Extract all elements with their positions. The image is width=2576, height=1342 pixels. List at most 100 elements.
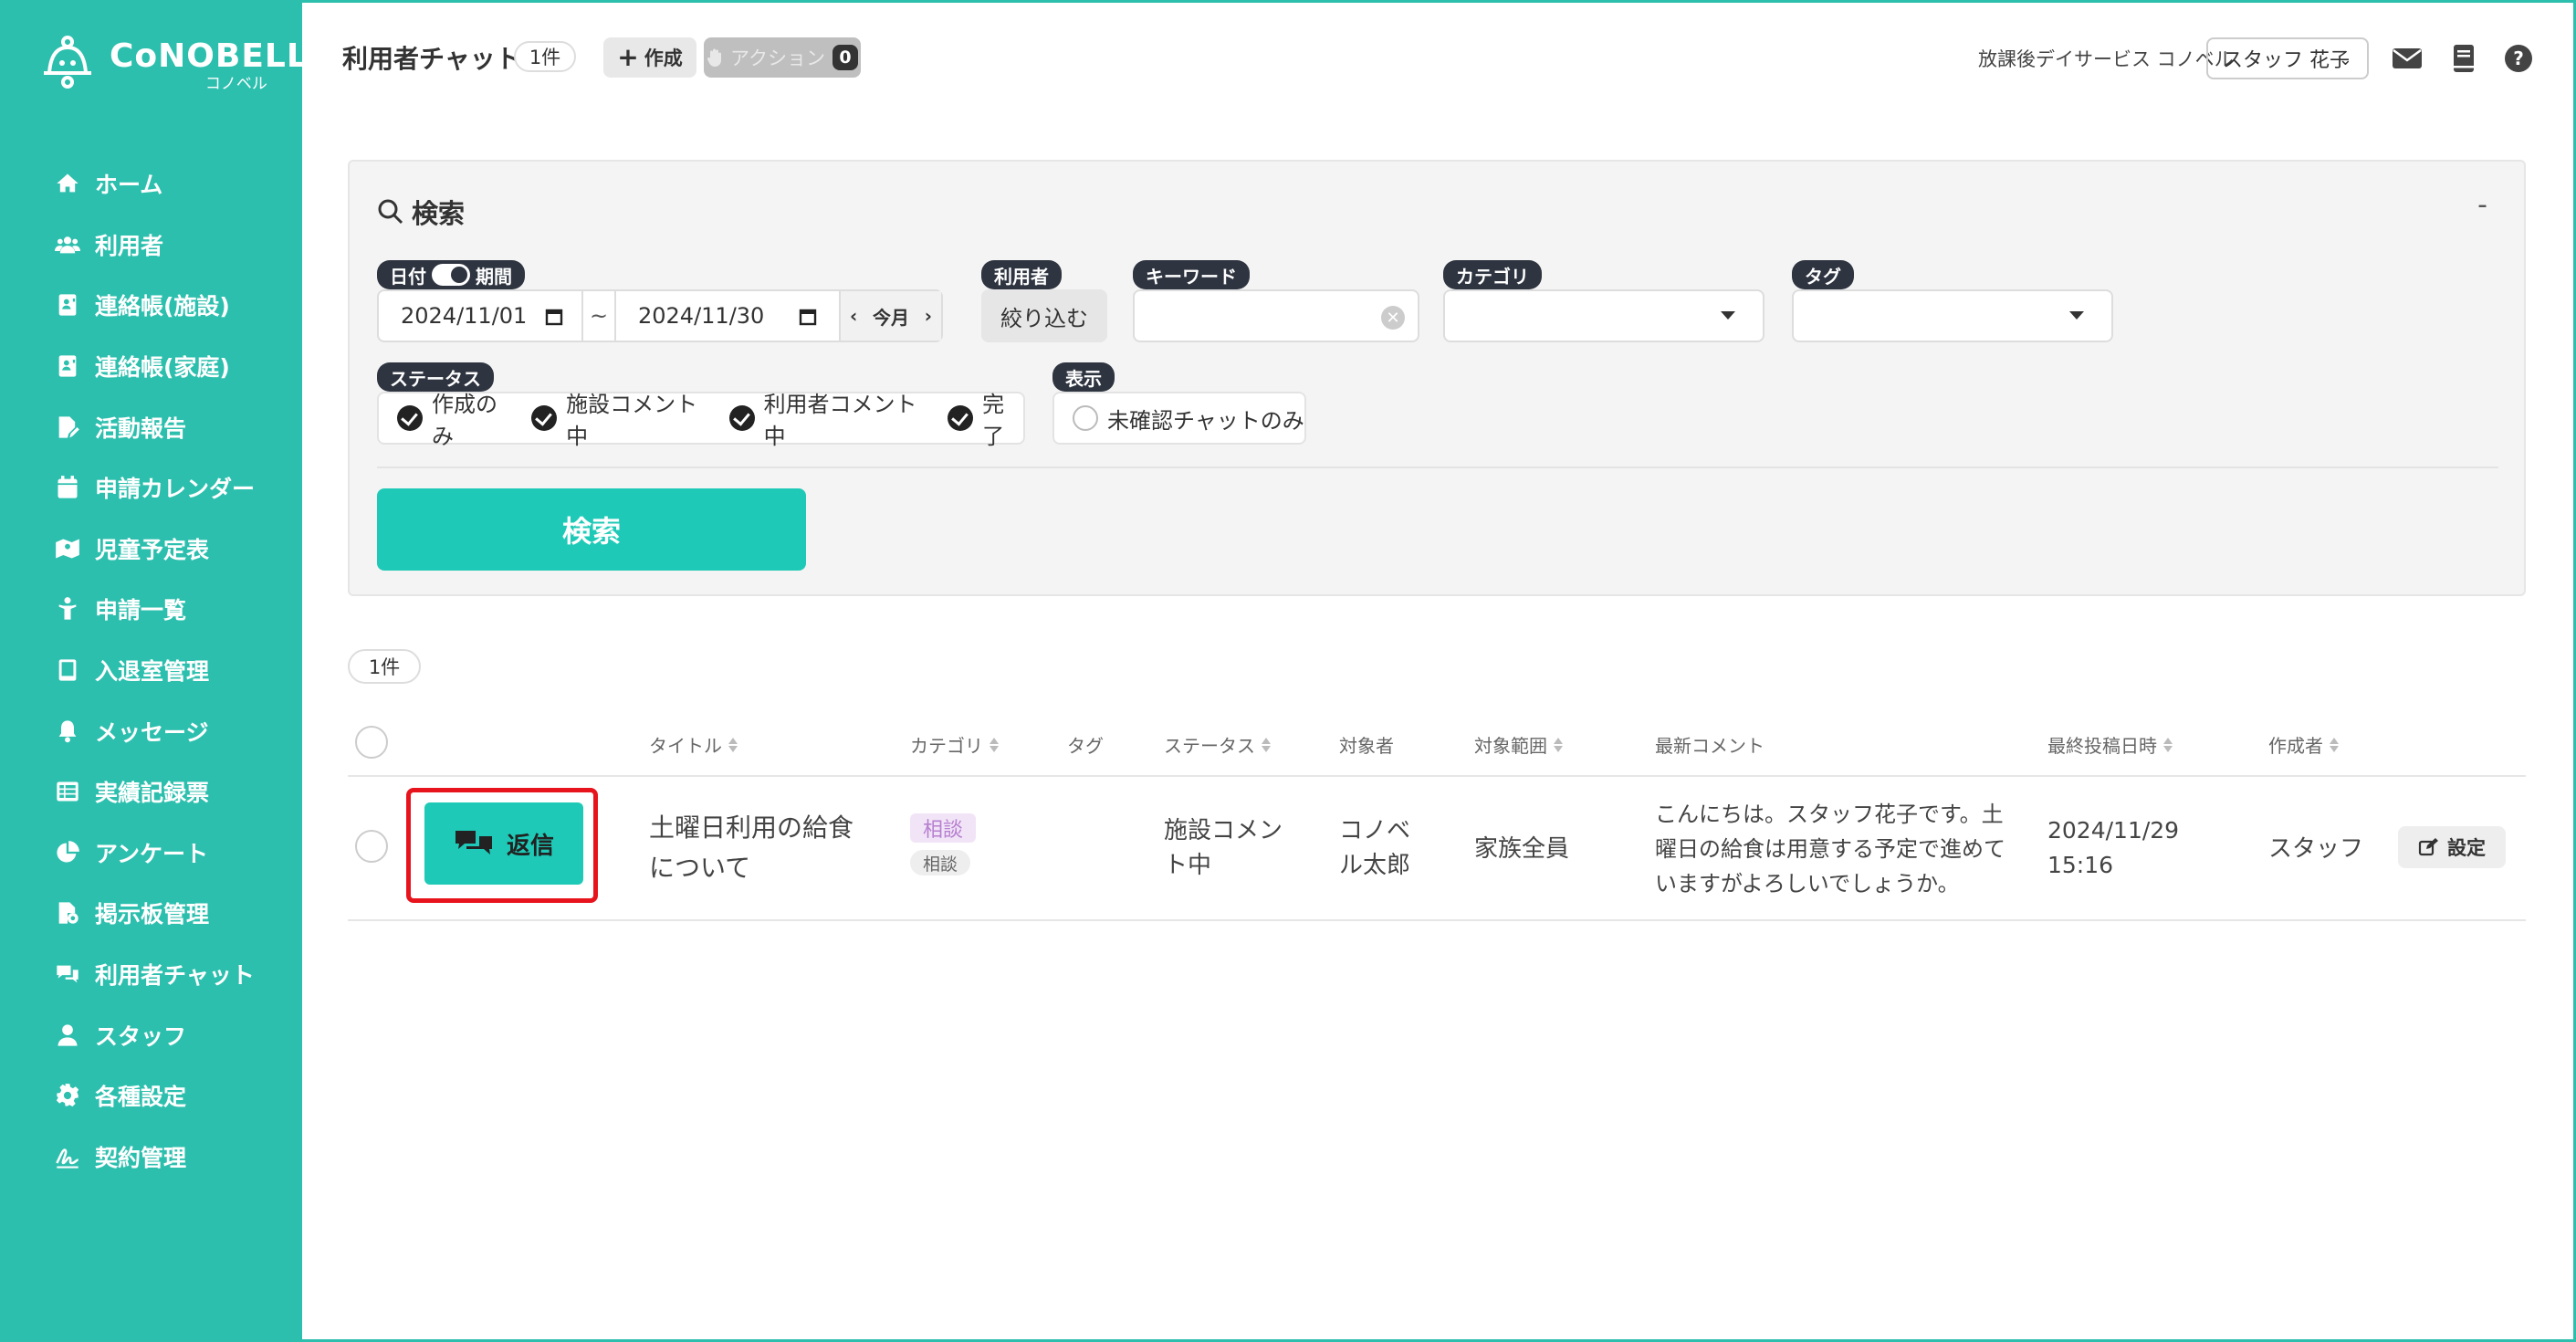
brand-subtitle: コノベル: [204, 75, 267, 93]
chevron-left-icon[interactable]: ‹: [850, 305, 857, 327]
sidebar-item-home[interactable]: ホーム: [0, 153, 302, 215]
unconfirmed-label: 未確認チャットのみ: [1107, 407, 1304, 434]
action-button[interactable]: アクション 0: [704, 37, 861, 78]
chevron-right-icon[interactable]: ›: [925, 305, 932, 327]
search-panel: 検索 - 日付 期間 2024/11/01 ~ 2024/11/30 ‹ 今月 …: [348, 160, 2526, 596]
sidebar-item-users[interactable]: 利用者: [0, 215, 302, 276]
mail-icon[interactable]: [2391, 43, 2424, 74]
help-icon[interactable]: ?: [2502, 43, 2535, 74]
dropdown-arrow-icon: [2069, 311, 2084, 320]
date-tag-label: 日付: [390, 265, 426, 288]
sort-icon: [1261, 737, 1272, 753]
dropdown-arrow-icon: [1721, 311, 1735, 320]
action-count-badge: 0: [832, 45, 858, 70]
sidebar-item-contact-home[interactable]: 連絡帳(家庭): [0, 336, 302, 397]
calendar-icon: [799, 309, 817, 326]
sidebar-item-board[interactable]: 掲示板管理: [0, 883, 302, 944]
date-from-input[interactable]: 2024/11/01: [379, 291, 583, 341]
sidebar-item-records[interactable]: 実績記録票: [0, 761, 302, 823]
column-header-category[interactable]: カテゴリ: [910, 731, 1000, 758]
row-checkbox[interactable]: [355, 830, 388, 863]
sidebar-item-label: 児童予定表: [95, 536, 210, 563]
sidebar-item-entry-exit[interactable]: 入退室管理: [0, 640, 302, 701]
staff-select[interactable]: スタッフ 花子 ⌄: [2206, 37, 2369, 79]
status-checkbox-complete[interactable]: 完了: [948, 386, 1023, 450]
date-to-input[interactable]: 2024/11/30: [614, 291, 841, 341]
logo[interactable]: CoNOBELL コノベル: [38, 33, 309, 93]
sidebar-item-request-list[interactable]: 申請一覧: [0, 579, 302, 640]
sidebar-item-label: 活動報告: [95, 414, 187, 442]
sidebar-item-label: メッセージ: [95, 718, 209, 746]
category-select[interactable]: [1443, 289, 1764, 342]
narrow-button[interactable]: 絞り込む: [981, 289, 1107, 342]
sidebar-item-label: 掲示板管理: [95, 901, 210, 928]
date-mode-toggle[interactable]: 日付 期間: [377, 260, 525, 289]
unconfirmed-only-checkbox[interactable]: 未確認チャットのみ: [1073, 403, 1304, 435]
column-header-status[interactable]: ステータス: [1164, 731, 1272, 758]
search-button[interactable]: 検索: [377, 488, 806, 571]
tag-select[interactable]: [1792, 289, 2113, 342]
action-button-label: アクション: [730, 47, 825, 69]
table-header: タイトル カテゴリ タグ ステータス 対象者 対象範囲 最新コメント 最終投稿日…: [348, 708, 2526, 777]
status-checkbox-created[interactable]: 作成のみ: [397, 386, 515, 450]
sidebar-item-staff[interactable]: スタッフ: [0, 1004, 302, 1065]
column-label: ステータス: [1164, 735, 1255, 757]
sidebar-item-label: 利用者チャット: [95, 962, 255, 990]
result-count-badge: 1件: [348, 649, 421, 684]
status-label: 完了: [982, 392, 1005, 449]
date-from-value: 2024/11/01: [401, 303, 528, 329]
sidebar-item-label: 契約管理: [95, 1144, 187, 1171]
sidebar-item-label: スタッフ: [95, 1022, 187, 1050]
sidebar-item-contract[interactable]: 契約管理: [0, 1127, 302, 1188]
row-title[interactable]: 土曜日利用の給食について: [649, 808, 859, 888]
home-icon: [57, 173, 79, 193]
sidebar-item-user-chat[interactable]: 利用者チャット: [0, 944, 302, 1005]
row-posted: 2024/11/29 15:16: [2047, 817, 2180, 878]
sidebar-item-child-schedule[interactable]: 児童予定表: [0, 519, 302, 580]
column-header-title[interactable]: タイトル: [649, 731, 738, 758]
create-button[interactable]: + 作成: [603, 37, 696, 78]
sidebar-item-activity-report[interactable]: 活動報告: [0, 396, 302, 457]
this-month-button[interactable]: 今月: [873, 303, 909, 330]
keyword-input[interactable]: ✕: [1133, 289, 1419, 342]
sidebar-item-label: 利用者: [95, 232, 164, 259]
column-header-author[interactable]: 作成者: [2268, 731, 2340, 758]
user-icon: [58, 1023, 78, 1046]
column-header-scope[interactable]: 対象範囲: [1474, 731, 1564, 758]
bell-icon: [58, 719, 77, 742]
category-sub-badge: 相談: [910, 850, 971, 875]
category-badge: 相談: [910, 813, 977, 843]
toggle-switch-icon: [432, 264, 470, 286]
reply-button[interactable]: 返信: [424, 802, 583, 885]
column-label: タイトル: [649, 735, 722, 757]
pie-chart-icon: [57, 840, 79, 863]
facility-name: 放課後デイサービス コノベル: [1978, 48, 2234, 70]
sidebar-item-survey[interactable]: アンケート: [0, 823, 302, 884]
column-label: 最新コメント: [1655, 735, 1764, 757]
select-all-checkbox[interactable]: [355, 726, 388, 759]
sidebar-item-settings[interactable]: 各種設定: [0, 1065, 302, 1127]
sidebar-item-request-calendar[interactable]: 申請カレンダー: [0, 457, 302, 519]
sidebar-item-label: ホーム: [95, 172, 163, 199]
column-header-target: 対象者: [1339, 731, 1394, 758]
child-icon: [58, 597, 77, 621]
row-author: スタッフ: [2268, 835, 2364, 863]
row-status: 施設コメント中: [1164, 817, 1283, 879]
sidebar-item-message[interactable]: メッセージ: [0, 700, 302, 761]
date-range-field: 2024/11/01 ~ 2024/11/30 ‹ 今月 ›: [377, 289, 943, 342]
book-icon[interactable]: [2447, 43, 2480, 74]
sidebar-nav: ホーム 利用者 連絡帳(施設) 連絡帳(家庭) 活動報告 申請カレンダー 児童予…: [0, 153, 302, 1187]
sort-icon: [1553, 737, 1564, 753]
sidebar-item-label: 申請カレンダー: [95, 476, 256, 503]
settings-button[interactable]: 設定: [2398, 826, 2506, 868]
month-navigator: ‹ 今月 ›: [841, 291, 941, 341]
collapse-button[interactable]: -: [2477, 189, 2487, 221]
status-checkbox-facility-comment[interactable]: 施設コメント中: [531, 386, 712, 450]
status-checkbox-user-comment[interactable]: 利用者コメント中: [728, 386, 932, 450]
column-header-posted[interactable]: 最終投稿日時: [2047, 731, 2173, 758]
clear-icon[interactable]: ✕: [1381, 306, 1405, 330]
checkmark-icon: [728, 405, 755, 431]
sidebar-item-contact-facility[interactable]: 連絡帳(施設): [0, 275, 302, 336]
date-to-value: 2024/11/30: [638, 303, 765, 329]
period-tag-label: 期間: [476, 265, 512, 288]
